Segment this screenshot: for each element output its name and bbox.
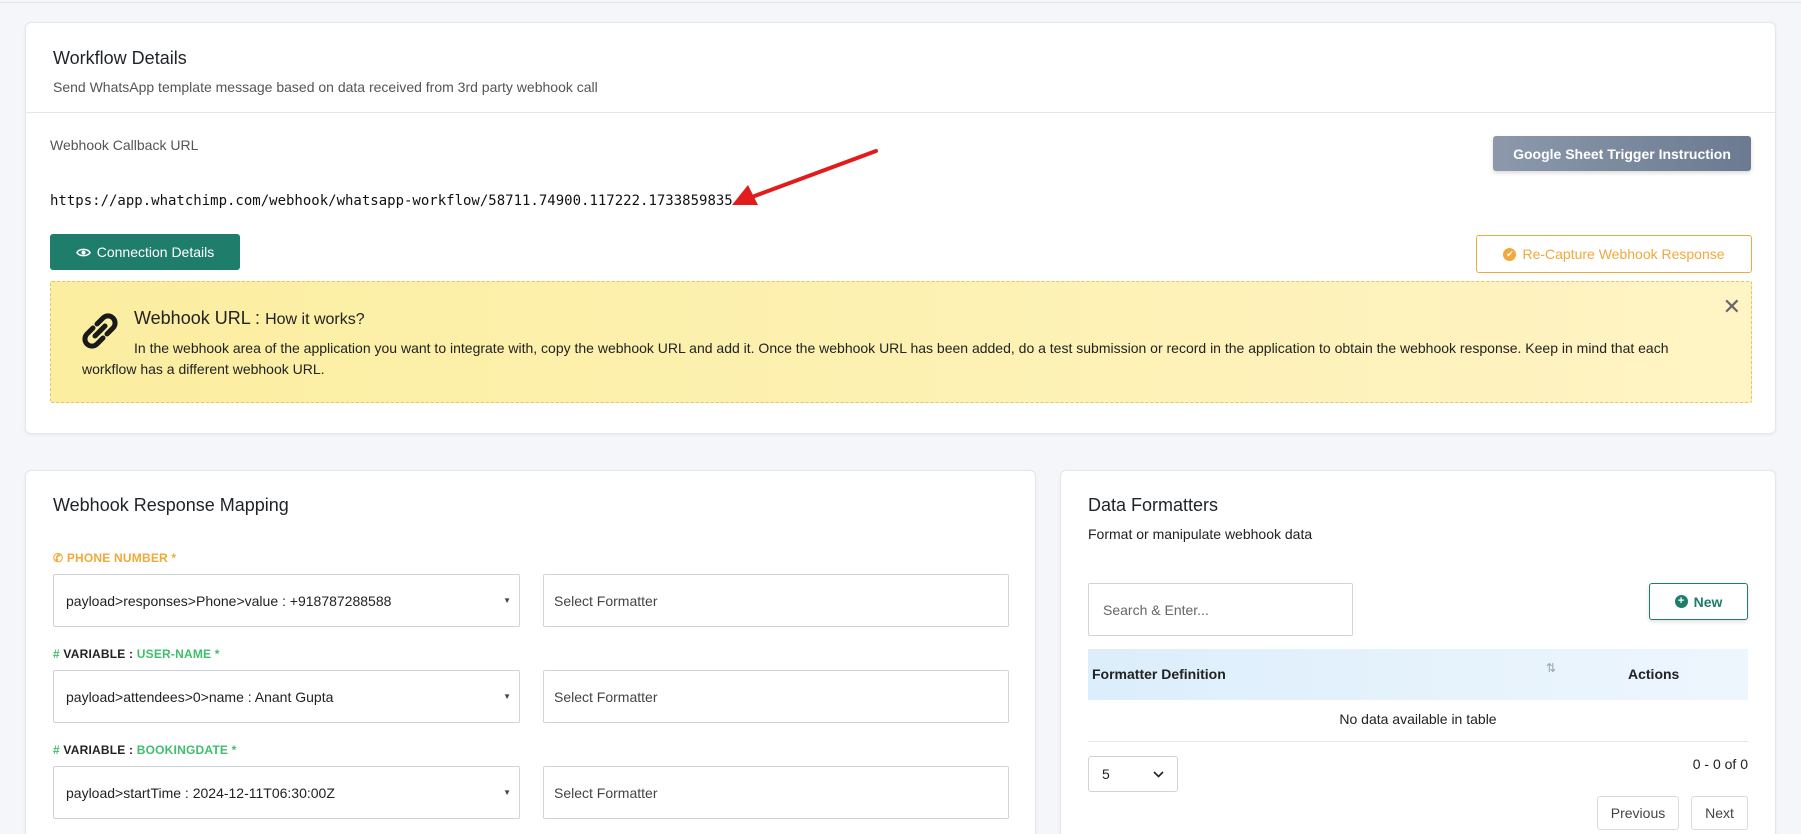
bookingdate-label-name: BOOKINGDATE * xyxy=(136,743,237,757)
per-page-select[interactable]: 5 xyxy=(1088,756,1178,792)
hash-icon: # xyxy=(53,743,60,757)
bookingdate-label: # VARIABLE : BOOKINGDATE * xyxy=(53,743,236,757)
phone-icon: ✆ xyxy=(53,551,64,565)
caret-down-icon: ▼ xyxy=(503,692,511,701)
previous-page-button[interactable]: Previous xyxy=(1597,796,1679,830)
close-icon[interactable]: ✕ xyxy=(1723,296,1741,318)
user-name-label-prefix: VARIABLE : xyxy=(63,647,134,661)
workflow-details-header: Workflow Details Send WhatsApp template … xyxy=(26,23,1775,113)
formatter-search-input[interactable]: Search & Enter... xyxy=(1088,583,1353,636)
top-divider xyxy=(0,2,1801,3)
workflow-title: Workflow Details xyxy=(53,48,187,68)
callback-url-label: Webhook Callback URL xyxy=(50,137,199,153)
phone-number-label-text: PHONE NUMBER * xyxy=(66,551,177,565)
connection-details-label: Connection Details xyxy=(96,244,215,260)
sort-icon[interactable]: ⇅ xyxy=(1546,661,1556,675)
recapture-webhook-button[interactable]: ✔ Re-Capture Webhook Response xyxy=(1476,235,1752,273)
user-name-select[interactable]: payload>attendees>0>name : Anant Gupta ▼ xyxy=(53,670,520,723)
info-title-sub: How it works? xyxy=(265,311,365,328)
data-formatters-card: Data Formatters Format or manipulate web… xyxy=(1060,470,1776,834)
red-arrow-icon xyxy=(732,149,878,205)
phone-number-value: payload>responses>Phone>value : +9187872… xyxy=(66,592,392,609)
mapping-title: Webhook Response Mapping xyxy=(53,495,289,515)
user-name-label: # VARIABLE : USER-NAME * xyxy=(53,647,220,661)
next-page-button[interactable]: Next xyxy=(1691,796,1748,830)
column-actions: Actions xyxy=(1628,666,1680,682)
new-formatter-button[interactable]: + New xyxy=(1649,583,1748,620)
hash-icon: # xyxy=(53,647,60,661)
phone-number-select[interactable]: payload>responses>Phone>value : +9187872… xyxy=(53,574,520,627)
google-sheet-trigger-button[interactable]: Google Sheet Trigger Instruction xyxy=(1493,136,1751,171)
bookingdate-label-prefix: VARIABLE : xyxy=(63,743,134,757)
bookingdate-value: payload>startTime : 2024-12-11T06:30:00Z xyxy=(66,784,335,801)
user-name-formatter-select[interactable]: Select Formatter xyxy=(543,670,1009,723)
new-formatter-label: New xyxy=(1693,593,1723,610)
webhook-info-alert: Webhook URL : How it works? In the webho… xyxy=(50,281,1752,403)
user-name-label-name: USER-NAME * xyxy=(136,647,220,661)
bookingdate-formatter-select[interactable]: Select Formatter xyxy=(543,766,1009,819)
phone-formatter-select[interactable]: Select Formatter xyxy=(543,574,1009,627)
caret-down-icon: ▼ xyxy=(503,596,511,605)
caret-down-icon: ▼ xyxy=(503,788,511,797)
workflow-subtitle: Send WhatsApp template message based on … xyxy=(53,79,598,95)
workflow-details-card: Workflow Details Send WhatsApp template … xyxy=(25,22,1776,434)
formatters-subtitle: Format or manipulate webhook data xyxy=(1088,526,1313,542)
callback-url[interactable]: https://app.whatchimp.com/webhook/whatsa… xyxy=(50,193,733,209)
eye-icon xyxy=(75,248,91,256)
info-title: Webhook URL : How it works? xyxy=(134,308,365,329)
info-body: In the webhook area of the application y… xyxy=(82,340,1669,377)
chevron-down-icon xyxy=(1153,770,1164,778)
phone-number-label: ✆ PHONE NUMBER * xyxy=(53,551,176,565)
formatters-title: Data Formatters xyxy=(1088,495,1219,515)
formatter-table-header: Formatter Definition ⇅ Actions xyxy=(1088,649,1748,700)
recapture-webhook-label: Re-Capture Webhook Response xyxy=(1522,246,1725,262)
column-formatter-definition[interactable]: Formatter Definition xyxy=(1092,666,1226,682)
user-name-value: payload>attendees>0>name : Anant Gupta xyxy=(66,688,334,705)
pagination-count: 0 - 0 of 0 xyxy=(1692,756,1748,772)
bookingdate-select[interactable]: payload>startTime : 2024-12-11T06:30:00Z… xyxy=(53,766,520,819)
check-circle-icon: ✔ xyxy=(1503,247,1517,261)
plus-circle-icon: + xyxy=(1674,595,1688,608)
info-title-main: Webhook URL : xyxy=(134,308,261,328)
table-empty-message: No data available in table xyxy=(1339,711,1497,727)
table-divider xyxy=(1088,741,1748,742)
per-page-value: 5 xyxy=(1102,766,1110,782)
response-mapping-card: Webhook Response Mapping ✆ PHONE NUMBER … xyxy=(25,470,1036,834)
connection-details-button[interactable]: Connection Details xyxy=(50,234,240,270)
